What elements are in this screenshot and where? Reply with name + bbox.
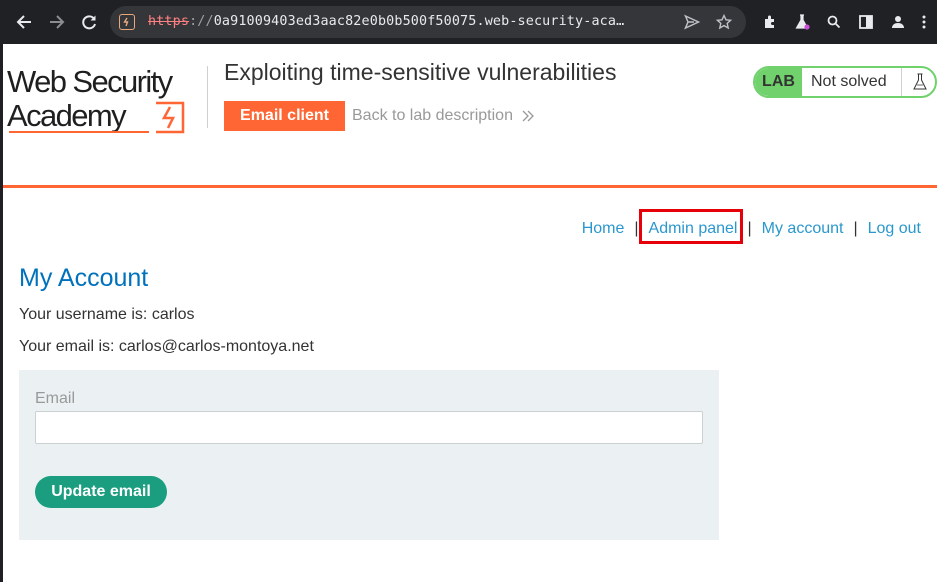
red-highlight-box — [638, 209, 743, 244]
search-icon[interactable] — [824, 12, 844, 32]
url-text[interactable]: https://0a91009403ed3aac82e0b0b500f50075… — [148, 14, 624, 29]
lab-tag: LAB — [755, 68, 802, 96]
logo-line2: Academy — [7, 98, 127, 133]
back-to-lab-description-link[interactable]: Back to lab description — [352, 107, 513, 125]
lab-flask-icon[interactable] — [792, 12, 812, 32]
logo-line1: Web Security — [7, 64, 173, 99]
nav-separator: | — [747, 220, 752, 237]
menu-icon[interactable] — [914, 12, 934, 32]
reload-icon[interactable] — [77, 10, 101, 34]
logo-divider — [207, 66, 208, 128]
header-divider — [3, 185, 937, 188]
lab-state: Not solved — [811, 73, 887, 90]
logo-bolt-icon — [156, 101, 185, 134]
logo-underline — [9, 131, 149, 133]
username-text: Your username is: carlos — [19, 306, 195, 323]
profile-icon[interactable] — [888, 12, 908, 32]
url-host: 0a91009403ed3aac82e0b0b500f50075.web-sec… — [213, 14, 625, 29]
forward-arrow-icon[interactable] — [45, 10, 69, 34]
browser-toolbar: https://0a91009403ed3aac82e0b0b500f50075… — [0, 0, 937, 44]
url-separator: :// — [189, 14, 214, 29]
nav-log-out-link[interactable]: Log out — [868, 220, 921, 238]
email-field[interactable] — [35, 411, 703, 444]
lab-status-badge: LAB Not solved — [753, 66, 937, 98]
page-title: My Account — [19, 264, 149, 292]
admin-panel-highlight: Admin panel — [638, 209, 743, 244]
email-text: Your email is: carlos@carlos-montoya.net — [19, 338, 314, 355]
send-icon[interactable] — [684, 14, 701, 30]
lab-title: Exploiting time-sensitive vulnerabilitie… — [224, 59, 617, 85]
top-navigation: Home | Admin panel | My account | Log ou… — [582, 209, 921, 244]
url-scheme: https — [148, 14, 190, 29]
extensions-icon[interactable] — [760, 12, 780, 32]
double-chevron-right-icon[interactable] — [521, 109, 535, 123]
nav-separator: | — [853, 220, 858, 237]
back-arrow-icon[interactable] — [12, 10, 36, 34]
side-panel-icon[interactable] — [856, 12, 876, 32]
bookmark-star-icon[interactable] — [715, 13, 733, 30]
update-email-form: Email Update email — [19, 370, 719, 540]
page: Web Security Academy Exploiting time-sen… — [3, 44, 937, 582]
email-field-label: Email — [35, 390, 76, 407]
lab-status-flask-icon — [901, 68, 935, 96]
web-security-academy-logo[interactable]: Web Security Academy — [7, 66, 207, 138]
update-email-button[interactable]: Update email — [35, 476, 167, 508]
nav-my-account-link[interactable]: My account — [762, 220, 844, 238]
nav-home-link[interactable]: Home — [582, 220, 625, 238]
address-bar[interactable]: https://0a91009403ed3aac82e0b0b500f50075… — [110, 6, 746, 38]
site-icon[interactable] — [119, 14, 135, 30]
email-client-button[interactable]: Email client — [224, 101, 345, 131]
